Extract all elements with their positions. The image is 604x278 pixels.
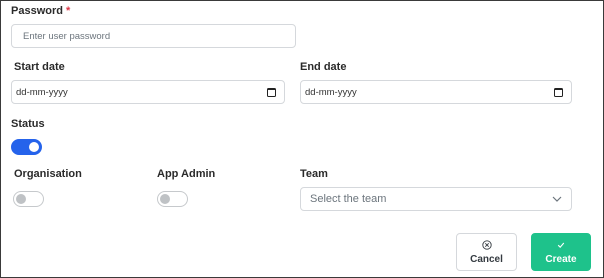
- password-placeholder: Enter user password: [23, 30, 111, 42]
- status-label: Status: [11, 118, 45, 130]
- toggle-knob: [16, 194, 26, 204]
- cancel-label: Cancel: [470, 253, 503, 265]
- calendar-icon[interactable]: [554, 87, 563, 97]
- app-admin-label: App Admin: [157, 168, 216, 180]
- organisation-label: Organisation: [14, 168, 82, 180]
- team-label: Team: [300, 168, 328, 180]
- chevron-down-icon: [552, 196, 562, 202]
- start-date-label: Start date: [14, 61, 65, 73]
- password-label: Password *: [11, 5, 70, 17]
- status-toggle[interactable]: [11, 139, 42, 155]
- end-date-value: dd-mm-yyyy: [305, 86, 357, 98]
- team-select[interactable]: Select the team: [300, 187, 572, 211]
- create-button[interactable]: Create: [531, 233, 591, 271]
- end-date-label: End date: [300, 61, 347, 73]
- start-date-input[interactable]: dd-mm-yyyy: [11, 80, 285, 104]
- app-admin-toggle[interactable]: [157, 191, 188, 207]
- cancel-button[interactable]: Cancel: [456, 233, 517, 271]
- check-icon: [557, 242, 565, 248]
- end-date-input[interactable]: dd-mm-yyyy: [300, 80, 572, 104]
- toggle-knob: [160, 194, 170, 204]
- password-input[interactable]: Enter user password: [11, 24, 296, 48]
- password-label-text: Password: [11, 5, 63, 17]
- create-label: Create: [545, 253, 577, 265]
- close-circle-icon: [481, 239, 492, 250]
- organisation-toggle[interactable]: [13, 191, 44, 207]
- calendar-icon[interactable]: [267, 87, 276, 97]
- toggle-knob: [29, 142, 39, 152]
- start-date-value: dd-mm-yyyy: [16, 86, 68, 98]
- required-mark: *: [66, 5, 71, 17]
- team-placeholder: Select the team: [310, 193, 387, 205]
